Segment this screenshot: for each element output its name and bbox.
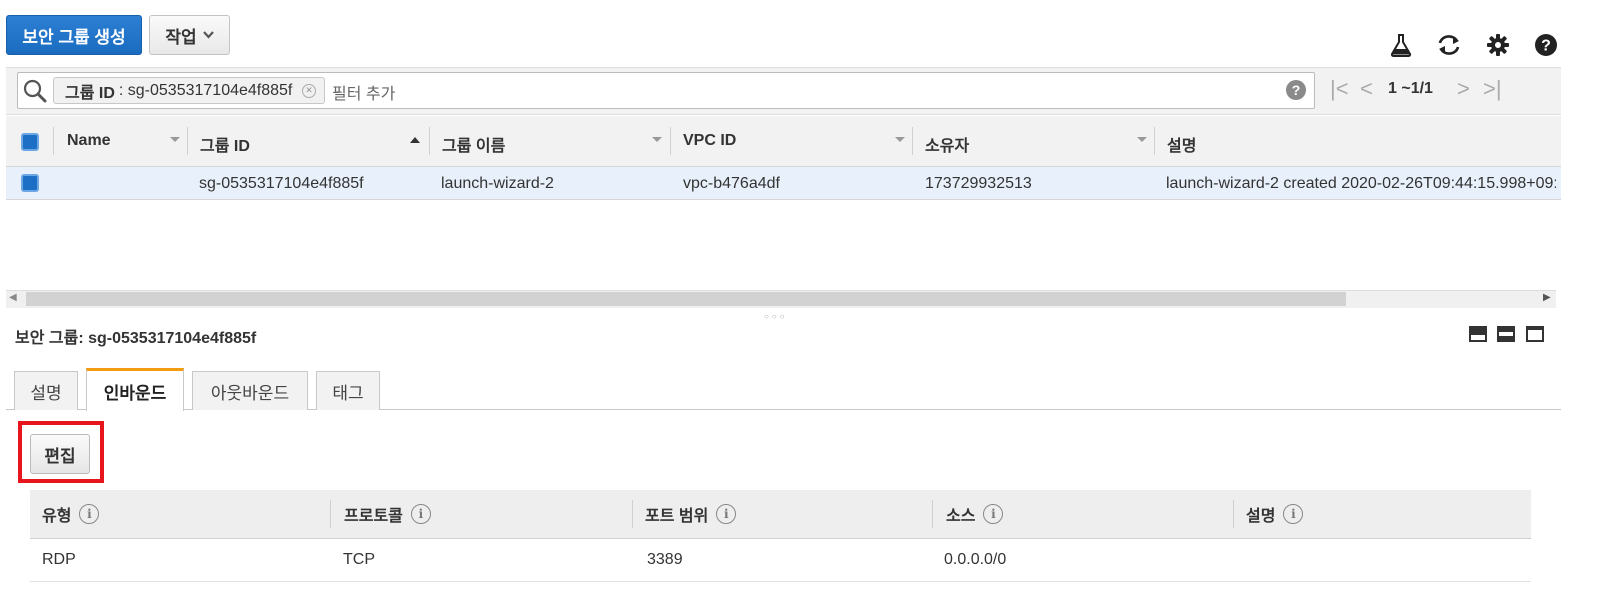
filter-chip-key: 그룹 ID [65, 84, 115, 102]
resize-handle-icon[interactable]: ○○○ [764, 312, 788, 321]
sort-caret-icon[interactable] [652, 137, 662, 142]
actions-dropdown-button[interactable]: 작업 [149, 15, 230, 55]
column-divider [187, 127, 188, 155]
scrollbar-thumb[interactable] [26, 292, 1346, 306]
filter-chip-group-id[interactable]: 그룹 ID : sg-0535317104e4f885f ✕ [53, 77, 325, 104]
cell-vpc-id[interactable]: vpc-b476a4df [683, 175, 780, 193]
tab-inbound[interactable]: 인바운드 [86, 368, 184, 411]
sort-caret-icon[interactable] [170, 137, 180, 142]
search-icon [23, 79, 47, 108]
column-header-group-name[interactable]: 그룹 이름 [442, 132, 505, 156]
cell-group-name: launch-wizard-2 [441, 175, 554, 192]
rules-column-label: 유형 [42, 508, 72, 525]
column-divider [632, 500, 633, 528]
rules-row-divider [30, 581, 1531, 582]
scroll-right-icon[interactable]: ▶ [1543, 292, 1551, 303]
rule-port-range: 3389 [647, 551, 683, 568]
cell-description: launch-wizard-2 created 2020-02-26T09:44… [1166, 175, 1556, 192]
tab-tags[interactable]: 태그 [316, 371, 380, 410]
column-header-owner[interactable]: 소유자 [925, 132, 969, 156]
rules-column-source: 소스 i [946, 502, 1004, 526]
first-page-icon[interactable]: |< [1330, 78, 1349, 100]
column-divider [670, 127, 671, 155]
next-page-icon[interactable]: > [1457, 78, 1470, 100]
rules-column-label: 설명 [1246, 508, 1276, 525]
pagination-range: 1 ~1/1 [1388, 80, 1433, 97]
cell-owner: 173729932513 [925, 175, 1032, 192]
rules-column-description: 설명 i [1246, 502, 1304, 526]
add-filter-placeholder[interactable]: 필터 추가 [332, 80, 395, 104]
highlight-box [18, 421, 104, 483]
column-divider [429, 127, 430, 155]
filter-help-icon[interactable]: ? [1285, 79, 1307, 106]
tab-description[interactable]: 설명 [14, 371, 78, 410]
flask-icon[interactable] [1388, 32, 1414, 58]
previous-page-icon[interactable]: < [1360, 78, 1373, 100]
svg-text:?: ? [1541, 38, 1551, 55]
actions-label: 작업 [165, 27, 197, 47]
info-icon[interactable]: i [1283, 504, 1304, 524]
filter-chip-value: : sg-0535317104e4f885f [118, 81, 293, 99]
info-icon[interactable]: i [410, 504, 431, 524]
column-divider [1154, 127, 1155, 155]
last-page-icon[interactable]: >| [1483, 78, 1502, 100]
column-header-group-id[interactable]: 그룹 ID [200, 132, 250, 156]
close-icon[interactable]: ✕ [302, 83, 316, 98]
chevron-down-icon [202, 31, 214, 39]
detail-pane-title: 보안 그룹: sg-0535317104e4f885f [15, 330, 257, 347]
rules-column-label: 포트 범위 [645, 508, 709, 525]
rules-table-header [30, 490, 1531, 539]
info-icon[interactable]: i [983, 504, 1004, 524]
rules-column-type: 유형 i [42, 502, 100, 526]
refresh-icon[interactable] [1436, 32, 1462, 58]
rules-column-label: 프로토콜 [344, 508, 403, 525]
sort-caret-icon[interactable] [1137, 137, 1147, 142]
cell-description-clip: launch-wizard-2 created 2020-02-26T09:44… [1166, 167, 1556, 200]
layout-top-icon[interactable] [1469, 326, 1487, 342]
cell-group-id: sg-0535317104e4f885f [199, 175, 364, 192]
rule-type: RDP [42, 551, 76, 568]
tab-outbound[interactable]: 아웃바운드 [192, 371, 308, 410]
column-header-description[interactable]: 설명 [1167, 132, 1196, 156]
sort-caret-icon[interactable] [895, 137, 905, 142]
gear-icon[interactable] [1485, 32, 1511, 58]
rules-column-port-range: 포트 범위 i [645, 502, 737, 526]
column-header-name[interactable]: Name [67, 132, 111, 150]
select-all-checkbox[interactable] [21, 133, 39, 151]
column-divider [1233, 500, 1234, 528]
info-icon[interactable]: i [79, 504, 100, 524]
sort-ascending-icon[interactable] [410, 137, 420, 143]
rule-source: 0.0.0.0/0 [944, 551, 1007, 568]
column-divider [53, 127, 54, 155]
svg-text:?: ? [1292, 82, 1301, 98]
info-icon[interactable]: i [716, 504, 737, 524]
column-divider [932, 500, 933, 528]
create-security-group-button[interactable]: 보안 그룹 생성 [6, 15, 142, 55]
rule-protocol: TCP [343, 551, 375, 568]
column-divider [330, 500, 331, 528]
help-icon[interactable]: ? [1533, 32, 1559, 58]
row-checkbox[interactable] [21, 174, 39, 192]
layout-bottom-icon[interactable] [1526, 326, 1544, 342]
rules-column-protocol: 프로토콜 i [344, 502, 431, 526]
layout-split-icon[interactable] [1497, 326, 1515, 342]
rules-column-label: 소스 [946, 508, 976, 525]
column-header-vpc-id[interactable]: VPC ID [683, 132, 736, 150]
column-divider [912, 127, 913, 155]
scroll-left-icon[interactable]: ◀ [9, 292, 17, 303]
